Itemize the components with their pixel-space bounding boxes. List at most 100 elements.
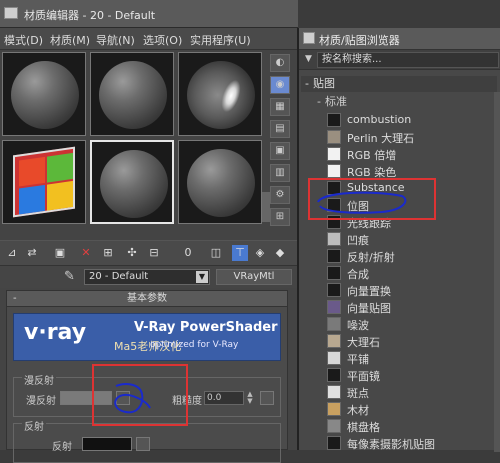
chevron-down-icon[interactable]: ▼	[196, 271, 208, 283]
menu-navigation[interactable]: 导航(N)	[96, 32, 135, 48]
assign-to-selection-icon[interactable]: ▣	[52, 245, 68, 261]
menu-utilities[interactable]: 实用程序(U)	[190, 32, 251, 48]
browser-title: 材质/贴图浏览器	[319, 34, 400, 47]
browser-search-row: ▼ 按名称搜索...	[299, 50, 500, 70]
sphere-preview	[187, 61, 255, 129]
map-list-item[interactable]: combustion	[327, 112, 497, 129]
search-input[interactable]: 按名称搜索...	[317, 52, 499, 68]
map-list-item[interactable]: 每像素摄影机贴图	[327, 435, 497, 452]
category-maps[interactable]: - 贴图	[301, 76, 497, 92]
material-type-button[interactable]: VRayMtl	[216, 269, 292, 285]
material-slot-active[interactable]	[90, 140, 174, 224]
map-item-label: 凹痕	[347, 234, 369, 247]
map-list-item[interactable]: 凹痕	[327, 231, 497, 248]
rollout-header[interactable]: - 基本参数	[7, 291, 287, 307]
material-name-value: 20 - Default	[89, 271, 149, 282]
map-thumbnail-icon	[327, 249, 341, 263]
map-list-item[interactable]: 合成	[327, 265, 497, 282]
make-unique-icon[interactable]: ✣	[124, 245, 140, 261]
reflection-group-label: 反射	[22, 418, 46, 433]
map-list-item[interactable]: 向量贴图	[327, 299, 497, 316]
menu-material[interactable]: 材质(M)	[50, 32, 90, 48]
copy-material-icon[interactable]: ⊞	[100, 245, 116, 261]
browser-scrollbar[interactable]	[494, 92, 500, 452]
material-editor-title: 材质编辑器 - 20 - Default	[24, 9, 156, 22]
map-thumbnail-icon	[327, 232, 341, 246]
spinner-arrows-icon[interactable]: ▲ ▼	[246, 391, 254, 405]
material-slot[interactable]	[90, 52, 174, 136]
map-list-item[interactable]: 平铺	[327, 350, 497, 367]
map-item-label: Perlin 大理石	[347, 132, 415, 145]
map-item-label: 平铺	[347, 353, 369, 366]
options-icon[interactable]: ⚙	[270, 186, 290, 204]
sample-uv-icon[interactable]: ▤	[270, 120, 290, 138]
material-id-icon[interactable]: 0	[180, 245, 196, 261]
map-thumbnail-icon	[327, 266, 341, 280]
map-list-item[interactable]: 平面镜	[327, 367, 497, 384]
show-end-result-icon[interactable]: ⊤	[232, 245, 248, 261]
reflect-map-button[interactable]	[136, 437, 150, 451]
menu-options[interactable]: 选项(O)	[143, 32, 182, 48]
put-to-scene-icon[interactable]: ⇄	[24, 245, 40, 261]
map-list-item[interactable]: 反射/折射	[327, 248, 497, 265]
go-forward-icon[interactable]: ◆	[272, 245, 288, 261]
map-list-item[interactable]: RGB 倍增	[327, 146, 497, 163]
map-list-item[interactable]: 棋盘格	[327, 418, 497, 435]
map-list-item[interactable]: 木材	[327, 401, 497, 418]
reflection-group: 反射 反射	[13, 418, 281, 463]
roughness-map-button[interactable]	[260, 391, 274, 405]
reflect-label: 反射	[52, 442, 72, 453]
reflect-color-swatch[interactable]	[82, 437, 132, 451]
put-to-library-icon[interactable]: ⊟	[146, 245, 162, 261]
material-map-browser-window: 材质/贴图浏览器 ▼ 按名称搜索... - 贴图 - 标准 combustion Pe…	[297, 28, 500, 452]
menu-bar: 模式(D) 材质(M) 导航(N) 选项(O) 实用程序(U)	[0, 28, 298, 50]
collapse-icon: -	[13, 293, 17, 304]
material-toolbar: ⊿ ⇄ ▣ ✕ ⊞ ✣ ⊟ 0 ◫ ⊤ ◈ ◆	[0, 240, 298, 266]
roughness-spinner[interactable]: 0.0	[204, 391, 244, 405]
backlight-icon[interactable]: ◉	[270, 76, 290, 94]
collapse-icon: -	[305, 77, 309, 90]
select-by-material-icon[interactable]: ⊞	[270, 208, 290, 226]
map-item-label: 棋盘格	[347, 421, 380, 434]
reset-map-icon[interactable]: ✕	[78, 245, 94, 261]
vray-subtitle: optimized for V-Ray	[150, 340, 239, 350]
subcategory-standard[interactable]: - 标准	[313, 94, 497, 110]
map-thumbnail-icon	[327, 147, 341, 161]
eyedropper-icon[interactable]: ✎	[64, 269, 75, 284]
material-name-row: ✎ 20 - Default ▼ VRayMtl	[0, 266, 298, 288]
side-toolbar: ◐ ◉ ▦ ▤ ▣ ▥ ⚙ ⊞	[266, 52, 294, 232]
blue-ellipse-mark	[317, 191, 407, 214]
map-item-label: RGB 倍增	[347, 149, 397, 162]
material-slot-windows[interactable]	[2, 140, 86, 224]
sample-type-icon[interactable]: ◐	[270, 54, 290, 72]
make-preview-icon[interactable]: ▥	[270, 164, 290, 182]
sphere-preview	[99, 61, 167, 129]
material-slot[interactable]	[178, 52, 262, 136]
get-material-icon[interactable]: ⊿	[4, 245, 20, 261]
map-list-item[interactable]: 噪波	[327, 316, 497, 333]
map-list-item[interactable]: Perlin 大理石	[327, 129, 497, 146]
go-to-parent-icon[interactable]: ◈	[252, 245, 268, 261]
map-list-item[interactable]: 向量置换	[327, 282, 497, 299]
map-item-label: 噪波	[347, 319, 369, 332]
material-slot[interactable]	[178, 140, 262, 224]
background-icon[interactable]: ▦	[270, 98, 290, 116]
map-thumbnail-icon	[327, 130, 341, 144]
map-thumbnail-icon	[327, 113, 341, 127]
material-name-field[interactable]: 20 - Default ▼	[84, 269, 210, 285]
material-slot[interactable]	[2, 52, 86, 136]
diffuse-group-label: 漫反射	[22, 372, 56, 387]
vray-banner: v·ray V-Ray PowerShader Ma5老师汉化 optimize…	[13, 313, 281, 361]
roughness-value: 0.0	[207, 393, 222, 403]
dropdown-arrow-icon[interactable]: ▼	[305, 54, 312, 64]
map-item-label: 向量贴图	[347, 302, 391, 315]
map-item-label: 合成	[347, 268, 369, 281]
map-list-item[interactable]: 大理石	[327, 333, 497, 350]
video-check-icon[interactable]: ▣	[270, 142, 290, 160]
map-thumbnail-icon	[327, 436, 341, 450]
vray-product-title: V-Ray PowerShader	[134, 320, 278, 335]
menu-mode[interactable]: 模式(D)	[4, 32, 43, 48]
show-map-icon[interactable]: ◫	[208, 245, 224, 261]
material-editor-titlebar: 材质编辑器 - 20 - Default	[0, 0, 298, 28]
map-list-item[interactable]: 斑点	[327, 384, 497, 401]
